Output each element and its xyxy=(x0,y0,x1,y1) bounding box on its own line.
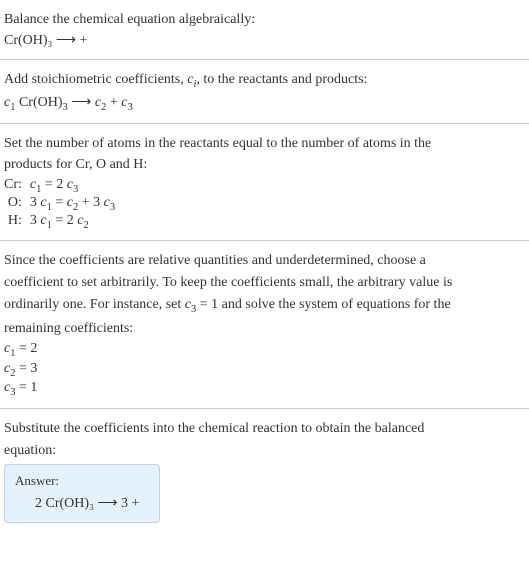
atoms-row-o: O: 3 c1 = c2 + 3 c3 xyxy=(4,195,121,213)
answer-p2: equation: xyxy=(4,441,525,461)
coeff-title-b: , to the reactants and products: xyxy=(196,72,367,87)
answer-label: Answer: xyxy=(15,473,139,489)
atoms-intro2: products for Cr, O and H: xyxy=(4,155,525,175)
species1: Cr(OH) xyxy=(15,95,62,110)
answer-p1: Substitute the coefficients into the che… xyxy=(4,419,525,439)
solve-p4: remaining coefficients: xyxy=(4,319,525,339)
plus: + xyxy=(106,95,121,110)
atoms-eq-o: 3 c1 = c2 + 3 c3 xyxy=(30,195,121,213)
atoms-label-h: H: xyxy=(4,213,30,231)
atoms-label-cr: Cr: xyxy=(4,177,30,195)
answer-box: Answer: 2 Cr(OH)₃ ⟶ 3 + xyxy=(4,464,160,523)
coeff-title-a: Add stoichiometric coefficients, xyxy=(4,72,187,87)
atoms-row-cr: Cr: c1 = 2 c3 xyxy=(4,177,121,195)
problem-title: Balance the chemical equation algebraica… xyxy=(4,10,525,30)
solve-p3: ordinarily one. For instance, set c3 = 1… xyxy=(4,295,525,317)
arrow: ⟶ xyxy=(68,95,95,110)
section-answer: Substitute the coefficients into the che… xyxy=(0,409,529,531)
atoms-eq-h: 3 c1 = 2 c2 xyxy=(30,213,121,231)
solve-p1: Since the coefficients are relative quan… xyxy=(4,251,525,271)
sol-3: c3 = 1 xyxy=(4,380,525,398)
problem-equation: Cr(OH)₃ ⟶ + xyxy=(4,32,525,49)
solve-p2: coefficient to set arbitrarily. To keep … xyxy=(4,273,525,293)
sol-2: c2 = 3 xyxy=(4,361,525,379)
answer-equation: 2 Cr(OH)₃ ⟶ 3 + xyxy=(15,495,139,512)
section-coefficients: Add stoichiometric coefficients, ci, to … xyxy=(0,60,529,124)
section-solve: Since the coefficients are relative quan… xyxy=(0,241,529,409)
atoms-label-o: O: xyxy=(4,195,30,213)
section-atoms: Set the number of atoms in the reactants… xyxy=(0,124,529,242)
section-problem: Balance the chemical equation algebraica… xyxy=(0,0,529,60)
atoms-eq-cr: c1 = 2 c3 xyxy=(30,177,121,195)
coeff-equation: c1 Cr(OH)3 ⟶ c2 + c3 xyxy=(4,94,525,113)
coeff-title: Add stoichiometric coefficients, ci, to … xyxy=(4,70,525,92)
atoms-table: Cr: c1 = 2 c3 O: 3 c1 = c2 + 3 c3 H: 3 c… xyxy=(4,177,121,230)
c3-sub: 3 xyxy=(127,102,132,113)
sol-1: c1 = 2 xyxy=(4,341,525,359)
atoms-intro1: Set the number of atoms in the reactants… xyxy=(4,134,525,154)
atoms-row-h: H: 3 c1 = 2 c2 xyxy=(4,213,121,231)
